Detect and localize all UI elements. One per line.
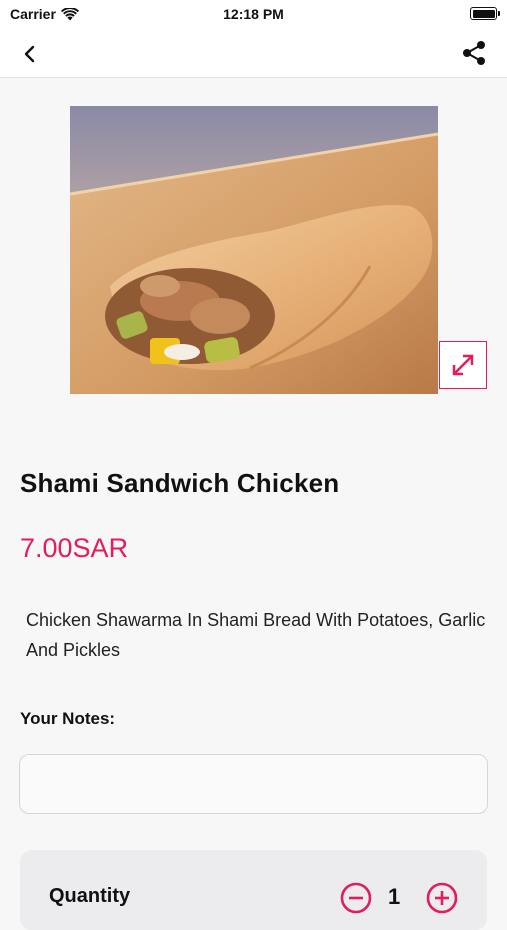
battery-icon [470,7,500,20]
quantity-label: Quantity [49,885,131,907]
minus-circle-icon [340,882,372,914]
back-button[interactable] [18,42,42,66]
quantity-card: Quantity 1 [20,850,487,930]
quantity-value: 1 [388,884,401,909]
status-bar: Carrier 12:18 PM [0,0,507,30]
notes-label: Your Notes: [20,709,116,728]
product-description: Chicken Shawarma In Shami Bread With Pot… [26,610,486,660]
chevron-left-icon [24,45,35,63]
shawarma-wrap-photo [70,106,438,394]
increase-quantity-button[interactable] [426,882,458,914]
expand-image-button[interactable] [439,341,487,389]
battery-cap [498,11,500,16]
share-icon [463,41,485,65]
expand-icon [452,354,474,376]
battery-fill [472,9,495,18]
notes-input[interactable] [19,754,488,814]
product-price: 7.00SAR [20,533,129,563]
product-title: Shami Sandwich Chicken [20,468,340,498]
plus-circle-icon [426,882,458,914]
product-image[interactable] [70,106,438,394]
navigation-bar [0,30,507,78]
share-button[interactable] [461,40,487,66]
decrease-quantity-button[interactable] [340,882,372,914]
status-time: 12:18 PM [223,6,284,22]
